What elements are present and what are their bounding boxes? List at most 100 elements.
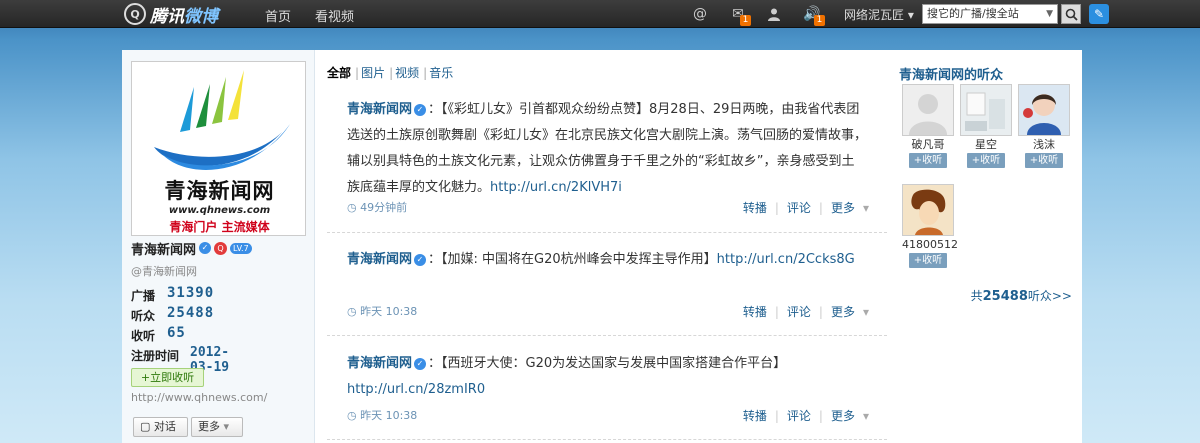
tencent-weibo-logo[interactable]: Q 腾讯微博 — [124, 3, 218, 27]
search-input[interactable]: 搜它的广播/搜全站 ▼ — [922, 4, 1058, 24]
timeline-post: 青海新闻网 ✓ ：【《彩虹儿女》引首都观众纷纷点赞】8月28日、29日两晚，由我省代… — [327, 96, 887, 233]
post-time[interactable]: ◷ 昨天 10:38 — [347, 303, 417, 319]
listener-follow-button[interactable]: +收听 — [1025, 153, 1063, 168]
timeline-post: 青海新闻网 ✓ ：【西班牙大使：G20为发达国家与发展中国家搭建合作平台】 http:… — [327, 350, 887, 440]
logo-text-tencent: 腾讯 — [150, 6, 184, 27]
post-actions: 转播 | 评论 | 更多 ▾ — [742, 409, 869, 423]
listener-follow-button[interactable]: +收听 — [909, 153, 947, 168]
clock-icon: ◷ — [347, 305, 357, 318]
stat-broadcast-value: 31390 — [167, 285, 215, 301]
post-time-text: 昨天 10:38 — [360, 305, 418, 318]
chat-icon: ▢ — [140, 420, 151, 433]
post-author[interactable]: 青海新闻网 — [347, 356, 412, 371]
more-button[interactable]: 更多 ▾ — [191, 417, 243, 437]
all-listeners-link[interactable]: 共25488听众>> — [971, 287, 1072, 304]
listener-avatar[interactable] — [960, 84, 1012, 136]
comment-button[interactable]: 评论 — [787, 409, 811, 423]
stat-listeners-label: 听众 — [131, 309, 156, 323]
profile-website-link[interactable]: http://www.qhnews.com/ — [131, 391, 267, 404]
chat-button[interactable]: ▢ 对话 — [133, 417, 188, 437]
post-time[interactable]: ◷ 昨天 10:38 — [347, 407, 417, 423]
profile-page: 青海新闻网 www.qhnews.com 青海门户 主流媒体 青海新闻网 ✓ Q… — [122, 50, 1082, 443]
stat-following[interactable]: 收听 65 — [131, 325, 185, 344]
post-author[interactable]: 青海新闻网 — [347, 102, 412, 117]
chevron-down-icon: ▾ — [862, 409, 869, 423]
tab-images[interactable]: 图片 — [361, 66, 385, 80]
repost-button[interactable]: 转播 — [743, 305, 767, 319]
tab-video[interactable]: 视频 — [395, 66, 419, 80]
post-content: 青海新闻网 ✓ ：【西班牙大使：G20为发达国家与发展中国家搭建合作平台】 http:… — [347, 351, 867, 403]
post-actions: 转播 | 评论 | 更多 ▾ — [742, 201, 869, 215]
stat-register-date: 注册时间 2012-03-19 — [131, 345, 229, 375]
follow-button[interactable]: +立即收听 — [131, 368, 204, 387]
listener-avatar[interactable] — [902, 184, 954, 236]
search-icon — [1065, 8, 1078, 21]
listener-follow-button[interactable]: +收听 — [909, 253, 947, 268]
post-time[interactable]: ◷ 49分钟前 — [347, 199, 407, 215]
post-more-button[interactable]: 更多 — [831, 201, 855, 215]
stat-listeners[interactable]: 听众 25488 — [131, 305, 213, 324]
stat-following-label: 收听 — [131, 329, 156, 343]
stat-following-value: 65 — [167, 325, 186, 341]
post-actions: 转播 | 评论 | 更多 ▾ — [742, 305, 869, 319]
listener-avatar[interactable] — [1018, 84, 1070, 136]
comment-button[interactable]: 评论 — [787, 305, 811, 319]
post-author[interactable]: 青海新闻网 — [347, 252, 412, 267]
listener-card: 破凡哥 +收听 — [902, 84, 954, 168]
timeline-post: 青海新闻网 ✓ ：【加媒: 中国将在G20杭州峰会中发挥主导作用】http://ur… — [327, 246, 887, 336]
post-text: ：【西班牙大使：G20为发达国家与发展中国家搭建合作平台】 — [428, 356, 787, 371]
repost-button[interactable]: 转播 — [743, 201, 767, 215]
listeners-panel: 青海新闻网的听众 破凡哥 +收听 星空 +收听 浅沫 +收听 41800512 … — [892, 50, 1082, 443]
listener-card: 星空 +收听 — [960, 84, 1012, 168]
current-user-link[interactable]: 网络泥瓦匠 ▾ — [844, 6, 914, 23]
listener-name[interactable]: 41800512 — [902, 238, 958, 252]
profile-handle: @青海新闻网 — [131, 265, 197, 278]
listener-name[interactable]: 星空 — [960, 138, 1012, 152]
search-placeholder: 搜它的广播/搜全站 — [927, 7, 1019, 20]
compose-button[interactable]: ✎ — [1089, 4, 1109, 24]
chevron-down-icon: ▾ — [907, 8, 914, 22]
listener-name[interactable]: 破凡哥 — [902, 138, 954, 152]
post-more-button[interactable]: 更多 — [831, 305, 855, 319]
listener-follow-button[interactable]: +收听 — [967, 153, 1005, 168]
timeline-filter-tabs: 全部 | 图片 | 视频 | 音乐 — [327, 66, 454, 80]
nav-video[interactable]: 看视频 — [315, 6, 354, 25]
search-button[interactable] — [1061, 4, 1081, 24]
verified-icon: ✓ — [414, 357, 427, 370]
stat-broadcast[interactable]: 广播 31390 — [131, 285, 213, 304]
current-user-name: 网络泥瓦匠 — [844, 8, 905, 22]
chat-button-label: 对话 — [153, 420, 176, 433]
post-time-text: 昨天 10:38 — [360, 409, 418, 422]
profile-name[interactable]: 青海新闻网 — [131, 239, 196, 258]
post-link[interactable]: http://url.cn/2KlVH7i — [490, 180, 622, 195]
stat-broadcast-label: 广播 — [131, 289, 156, 303]
tab-music[interactable]: 音乐 — [429, 66, 453, 80]
user-icon[interactable] — [765, 5, 783, 23]
listener-name[interactable]: 浅沫 — [1018, 138, 1070, 152]
nav-home[interactable]: 首页 — [265, 6, 291, 25]
verified-icon: ✓ — [414, 103, 427, 116]
top-navigation-bar: Q 腾讯微博 首页 看视频 @ ✉ 1 🔊 1 网络泥瓦匠 ▾ 搜它的广播/搜全… — [0, 0, 1200, 28]
repost-button[interactable]: 转播 — [743, 409, 767, 423]
clock-icon: ◷ — [347, 409, 357, 422]
chevron-down-icon: ▾ — [223, 420, 230, 433]
chevron-down-icon: ▾ — [862, 201, 869, 215]
mention-icon[interactable]: @ — [691, 5, 709, 23]
chevron-down-icon: ▾ — [862, 305, 869, 319]
profile-name-row: 青海新闻网 ✓ Q LV.7 — [131, 239, 252, 258]
listener-avatar[interactable] — [902, 84, 954, 136]
clock-icon: ◷ — [347, 201, 357, 214]
level-badge[interactable]: LV.7 — [230, 242, 252, 254]
stat-listeners-value: 25488 — [167, 305, 215, 321]
post-more-button[interactable]: 更多 — [831, 409, 855, 423]
post-link[interactable]: http://url.cn/2Ccks8G — [717, 252, 855, 267]
post-link[interactable]: http://url.cn/28zmIR0 — [347, 382, 485, 397]
search-scope-dropdown-icon[interactable]: ▼ — [1046, 5, 1053, 23]
tab-all[interactable]: 全部 — [327, 66, 351, 80]
post-time-text: 49分钟前 — [360, 201, 408, 214]
room-photo-icon — [961, 85, 1011, 135]
comment-button[interactable]: 评论 — [787, 201, 811, 215]
qzone-icon[interactable]: Q — [214, 241, 228, 255]
stat-register-label: 注册时间 — [131, 349, 180, 363]
avatar[interactable]: 青海新闻网 www.qhnews.com 青海门户 主流媒体 — [131, 61, 306, 236]
